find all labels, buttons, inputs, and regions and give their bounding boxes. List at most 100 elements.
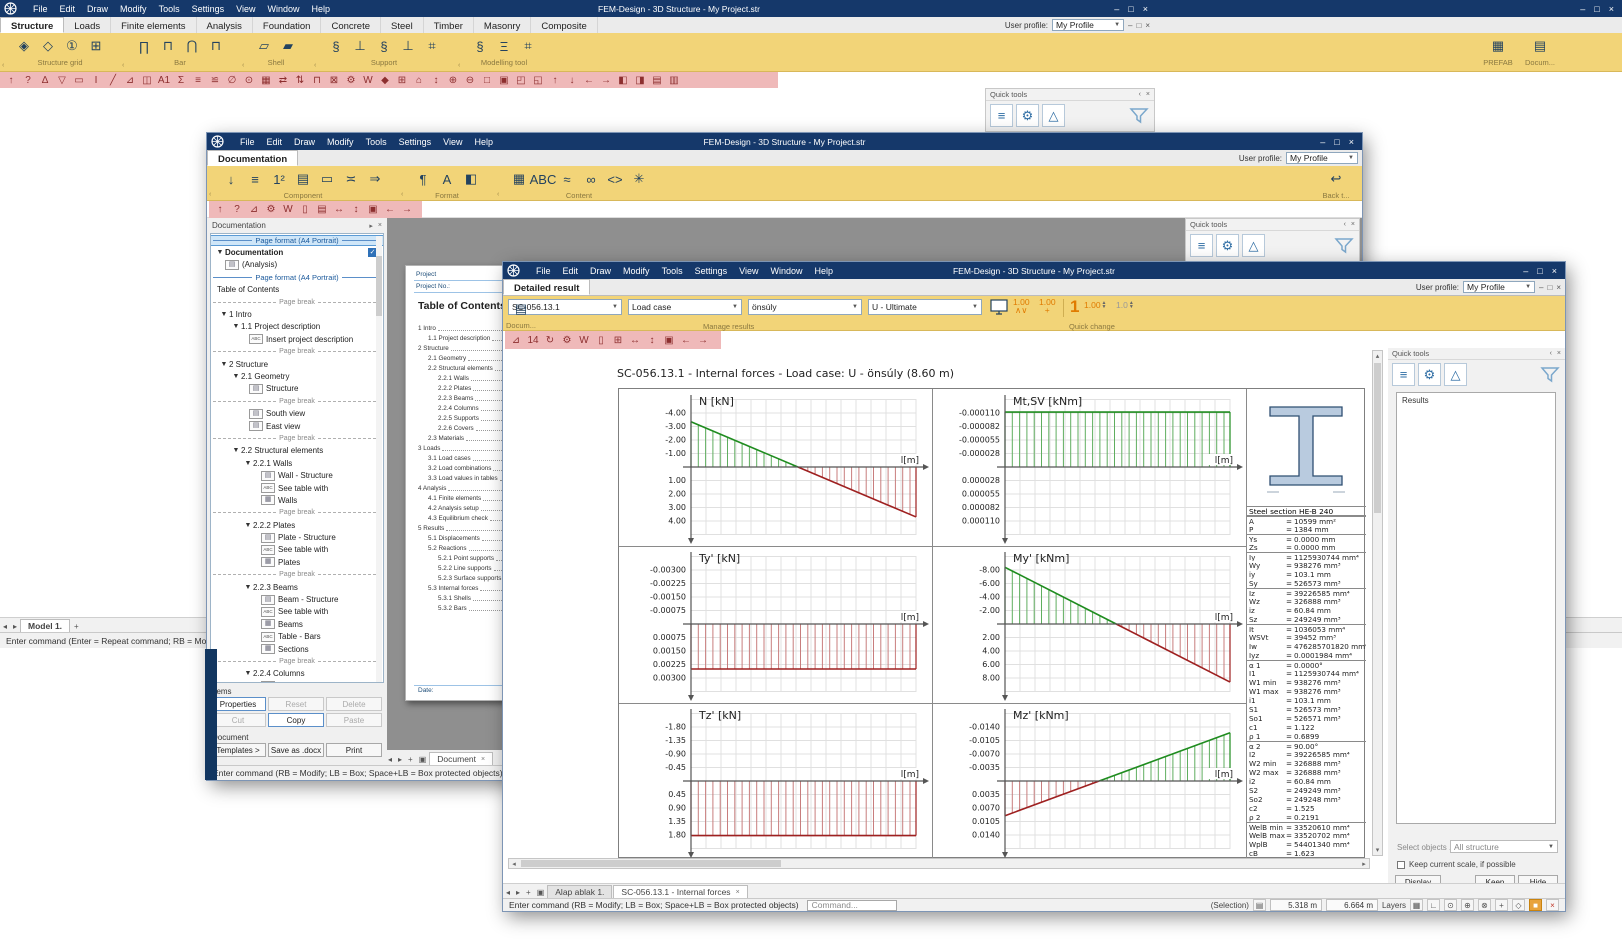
group-chevron-icon[interactable]: ‹ [401,191,403,198]
layers-list-icon[interactable]: ≡ [1190,234,1213,257]
snap-active-icon[interactable]: ■ [1529,899,1542,911]
group-support-icon[interactable]: ⌗ [422,36,442,56]
model-tab[interactable]: Model 1. [20,619,70,632]
forward-icon[interactable]: → [598,73,614,87]
sheet-icon[interactable]: ▤ [1253,899,1266,911]
close-icon[interactable]: × [1146,91,1150,98]
box-icon[interactable]: □ [479,73,495,87]
menu-modify[interactable]: Modify [321,137,360,147]
properties-button[interactable]: Properties [210,697,266,711]
layers-label[interactable]: Layers [1382,901,1406,910]
tab-foundation[interactable]: Foundation [253,17,322,33]
beam-icon[interactable]: ∏ [134,36,154,56]
snap-point-icon[interactable]: ⊕ [1461,899,1474,911]
tree-item[interactable]: ABCInsert project description [211,333,383,345]
user-profile-select[interactable]: My Profile▼ [1463,281,1535,293]
tree-page-break[interactable]: Page break [211,571,383,578]
group-chevron-icon[interactable]: ‹ [209,191,211,198]
frame-icon[interactable]: ▯ [297,203,313,217]
menu-settings[interactable]: Settings [186,4,231,14]
color-icon[interactable]: ◧ [461,169,481,189]
tab-loads[interactable]: Loads [64,17,111,33]
close-icon[interactable]: × [1143,4,1148,14]
tree-item[interactable]: ▼2.2.3 Beams [211,581,383,593]
truss-icon[interactable]: ⋂ [182,36,202,56]
collapse-icon[interactable]: ‹ [1344,221,1346,228]
tab-analysis[interactable]: Analysis [197,17,253,33]
annotate-icon[interactable]: △ [1444,363,1467,386]
close-box-icon[interactable]: ⊠ [326,73,342,87]
w-icon[interactable]: W [576,333,592,347]
insert-item-icon[interactable]: ↓ [221,169,241,189]
user-profile-select[interactable]: My Profile▼ [1052,19,1124,31]
grid-icon[interactable]: ⊞ [86,36,106,56]
menu-file[interactable]: File [234,137,261,147]
command-input[interactable]: Command... [807,900,897,911]
settings-icon[interactable]: ⚙ [343,73,359,87]
tree-item[interactable]: Page break [211,569,383,581]
tab-prev-icon[interactable]: ◂ [503,887,513,898]
tab-next-icon[interactable]: ▸ [395,754,405,765]
menu-draw[interactable]: Draw [81,4,114,14]
annotate-icon[interactable]: △ [1042,104,1065,127]
tree-item[interactable]: ▤Structure [211,383,383,395]
add-tab-icon[interactable]: + [523,887,534,898]
tree-item[interactable]: ▦Beams [211,618,383,630]
menu-view[interactable]: View [230,4,261,14]
tree-item[interactable]: ▼2.2.4 Columns [211,668,383,680]
group-chevron-icon[interactable]: ‹ [2,62,4,69]
stop-icon[interactable]: × [1546,899,1559,911]
clone-tab-icon[interactable]: ▣ [534,887,548,898]
save-as-docx-button[interactable]: Save as .docx [268,743,324,757]
menu-tools[interactable]: Tools [360,137,393,147]
tree-item[interactable]: ▤Plate - Structure [211,531,383,543]
help-icon[interactable]: ? [20,73,36,87]
restore-icon[interactable]: □ [1128,4,1133,14]
maximize-icon[interactable]: □ [1594,4,1599,14]
sort-icon[interactable]: ⇅ [292,73,308,87]
surface-support-icon[interactable]: § [374,36,394,56]
menu-draw[interactable]: Draw [288,137,321,147]
menu-view[interactable]: View [437,137,468,147]
menu-help[interactable]: Help [305,4,336,14]
tab-prev-icon[interactable]: ◂ [385,754,395,765]
user-profile-select[interactable]: My Profile▼ [1286,152,1358,164]
settings-icon[interactable]: ⚙ [559,333,575,347]
filter-funnel-icon[interactable] [1128,107,1150,125]
point-icon[interactable]: ◆ [377,73,393,87]
tree-page-break[interactable]: Page break [211,348,383,355]
menu-edit[interactable]: Edit [261,137,289,147]
tree-item[interactable]: Page break [211,507,383,519]
restore-icon[interactable]: □ [1547,283,1552,292]
tree-scrollbar-thumb[interactable] [376,256,382,316]
indent-icon[interactable]: ⇒ [365,169,385,189]
close-icon[interactable]: × [1349,137,1354,147]
menu-tools[interactable]: Tools [153,4,186,14]
fit-icon[interactable]: ↕ [428,73,444,87]
tree-page-break[interactable]: Page break [211,299,383,306]
tree-scrollbar[interactable] [376,236,382,682]
tree-item[interactable]: ▼2.2.1 Walls [211,457,383,469]
menu-file[interactable]: File [27,4,54,14]
tree-item[interactable]: ▤(Analysis) [211,259,383,271]
settings-icon[interactable]: ⚙ [1216,234,1239,257]
menu-window[interactable]: Window [261,4,305,14]
menu-file[interactable]: File [530,266,557,276]
measure-icon[interactable]: ⊿ [246,203,262,217]
tab-concrete[interactable]: Concrete [321,17,381,33]
zoom-out-icon[interactable]: ⊖ [462,73,478,87]
restore-icon[interactable]: □ [1136,21,1141,30]
tree-item[interactable]: ▼1.1 Project description [211,321,383,333]
select-objects-dropdown[interactable]: All structure▼ [1450,840,1558,853]
fit-all-icon[interactable]: ⊞ [610,333,626,347]
spin-down-icon[interactable]: ▼ [1102,305,1107,309]
snap-cross-icon[interactable]: ⊗ [1478,899,1491,911]
group-chevron-icon[interactable]: ‹ [122,62,124,69]
axes-alt-icon[interactable]: ◇ [38,36,58,56]
edge-icon[interactable]: ◱ [530,73,546,87]
text-cursor-icon[interactable]: I [88,73,104,87]
home-icon[interactable]: ⌂ [411,73,427,87]
grid-snap-icon[interactable]: ▦ [1410,899,1423,911]
monitor-icon[interactable] [989,299,1009,316]
fit-height-icon[interactable]: ↕ [644,333,660,347]
